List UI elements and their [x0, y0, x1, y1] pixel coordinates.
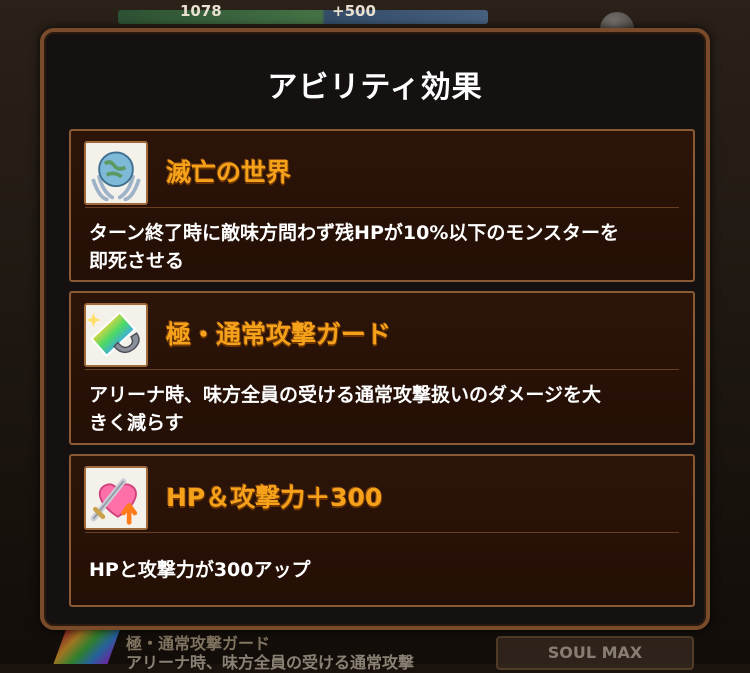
ability-name: HP＆攻撃力＋300 — [166, 483, 383, 512]
ability-description-line: きく減らす — [89, 412, 184, 434]
ability-header: 極・通常攻撃ガード — [71, 293, 693, 369]
ability-description-line: HPと攻撃力が300アップ — [89, 559, 311, 581]
ability-description-line: ターン終了時に敵味方問わず残HPが10%以下のモンスターを — [89, 222, 619, 244]
ability-header: HP＆攻撃力＋300 — [71, 456, 693, 532]
heart-sword-up-icon — [84, 466, 148, 530]
ability-card: 極・通常攻撃ガード アリーナ時、味方全員の受ける通常攻撃扱いのダメージを大 きく… — [69, 291, 695, 445]
ability-card: HP＆攻撃力＋300 HPと攻撃力が300アップ — [69, 454, 695, 607]
ability-name: 極・通常攻撃ガード — [166, 320, 392, 349]
soul-max-button: SOUL MAX — [496, 636, 694, 670]
ability-divider — [85, 369, 679, 370]
dialog-title: アビリティ効果 — [267, 70, 483, 105]
rainbow-shield-icon — [84, 303, 148, 367]
ability-description: アリーナ時、味方全員の受ける通常攻撃扱いのダメージを大 きく減らす — [89, 381, 675, 437]
ability-description: HPと攻撃力が300アップ — [89, 556, 675, 584]
background-hp-bar — [118, 10, 488, 24]
ability-description-line: アリーナ時、味方全員の受ける通常攻撃扱いのダメージを大 — [89, 384, 602, 406]
ability-header: 滅亡の世界 — [71, 131, 693, 207]
ability-description-line: 即死させる — [89, 250, 185, 272]
ability-description: ターン終了時に敵味方問わず残HPが10%以下のモンスターを 即死させる — [89, 219, 675, 275]
background-cost-value: +500 — [332, 2, 376, 20]
background-hp-value: 1078 — [180, 2, 222, 20]
ability-effect-dialog[interactable]: アビリティ効果 滅亡の世界 ターン終了時に敵味方問わず残HPが10%以下のモンス… — [40, 28, 710, 630]
planet-tentacles-icon — [84, 141, 148, 205]
ability-divider — [85, 207, 679, 208]
ability-card: 滅亡の世界 ターン終了時に敵味方問わず残HPが10%以下のモンスターを 即死させ… — [69, 129, 695, 282]
background-ability-desc: アリーナ時、味方全員の受ける通常攻撃 — [126, 653, 415, 672]
ability-name: 滅亡の世界 — [166, 158, 292, 187]
ability-divider — [85, 532, 679, 533]
